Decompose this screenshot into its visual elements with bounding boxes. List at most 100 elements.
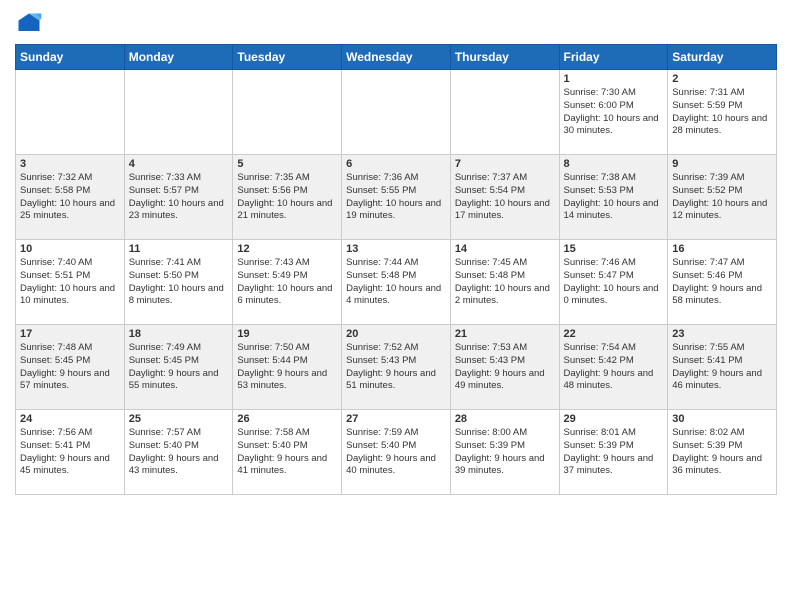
weekday-header-saturday: Saturday: [668, 45, 777, 70]
calendar-cell: 12 Sunrise: 7:43 AMSunset: 5:49 PMDayligh…: [233, 240, 342, 325]
calendar-cell: 25 Sunrise: 7:57 AMSunset: 5:40 PMDayligh…: [124, 410, 233, 495]
calendar-cell: 27 Sunrise: 7:59 AMSunset: 5:40 PMDayligh…: [342, 410, 451, 495]
day-info: Sunrise: 7:43 AMSunset: 5:49 PMDaylight:…: [237, 257, 337, 308]
weekday-header-sunday: Sunday: [16, 45, 125, 70]
day-number: 21: [455, 328, 555, 340]
calendar-cell: 30Sunrise: 8:02 AMSunset: 5:39 PMDayligh…: [668, 410, 777, 495]
day-number: 12: [237, 243, 337, 255]
day-info: Sunrise: 7:52 AMSunset: 5:43 PMDaylight:…: [346, 342, 446, 393]
calendar-cell: 24 Sunrise: 7:56 AMSunset: 5:41 PMDayligh…: [16, 410, 125, 495]
calendar-cell: 20 Sunrise: 7:52 AMSunset: 5:43 PMDayligh…: [342, 325, 451, 410]
calendar-cell: [450, 70, 559, 155]
calendar-cell: 22 Sunrise: 7:54 AMSunset: 5:42 PMDayligh…: [559, 325, 668, 410]
calendar-cell: 2 Sunrise: 7:31 AMSunset: 5:59 PMDaylight…: [668, 70, 777, 155]
day-info: Sunrise: 7:47 AMSunset: 5:46 PMDaylight:…: [672, 257, 772, 308]
weekday-header-thursday: Thursday: [450, 45, 559, 70]
day-number: 25: [129, 413, 229, 425]
day-info: Sunrise: 7:48 AMSunset: 5:45 PMDaylight:…: [20, 342, 120, 393]
day-number: 7: [455, 158, 555, 170]
day-number: 14: [455, 243, 555, 255]
calendar-cell: 29 Sunrise: 8:01 AMSunset: 5:39 PMDayligh…: [559, 410, 668, 495]
calendar-cell: 5Sunrise: 7:35 AMSunset: 5:56 PMDaylight…: [233, 155, 342, 240]
weekday-header-row: SundayMondayTuesdayWednesdayThursdayFrid…: [16, 45, 777, 70]
day-number: 1: [564, 73, 664, 85]
day-info: Sunrise: 7:36 AMSunset: 5:55 PMDaylight:…: [346, 172, 446, 223]
weekday-header-friday: Friday: [559, 45, 668, 70]
day-number: 19: [237, 328, 337, 340]
day-number: 27: [346, 413, 446, 425]
day-info: Sunrise: 7:54 AMSunset: 5:42 PMDaylight:…: [564, 342, 664, 393]
day-number: 26: [237, 413, 337, 425]
calendar-cell: 9 Sunrise: 7:39 AMSunset: 5:52 PMDaylight…: [668, 155, 777, 240]
day-number: 8: [564, 158, 664, 170]
calendar-cell: 10Sunrise: 7:40 AMSunset: 5:51 PMDayligh…: [16, 240, 125, 325]
day-info: Sunrise: 7:55 AMSunset: 5:41 PMDaylight:…: [672, 342, 772, 393]
day-info: Sunrise: 7:33 AMSunset: 5:57 PMDaylight:…: [129, 172, 229, 223]
calendar-cell: 23 Sunrise: 7:55 AMSunset: 5:41 PMDayligh…: [668, 325, 777, 410]
day-number: 5: [237, 158, 337, 170]
day-number: 3: [20, 158, 120, 170]
calendar-week-3: 10Sunrise: 7:40 AMSunset: 5:51 PMDayligh…: [16, 240, 777, 325]
day-number: 24: [20, 413, 120, 425]
day-number: 20: [346, 328, 446, 340]
day-info: Sunrise: 7:31 AMSunset: 5:59 PMDaylight:…: [672, 87, 772, 138]
calendar: SundayMondayTuesdayWednesdayThursdayFrid…: [15, 44, 777, 495]
day-info: Sunrise: 7:53 AMSunset: 5:43 PMDaylight:…: [455, 342, 555, 393]
calendar-cell: 13Sunrise: 7:44 AMSunset: 5:48 PMDayligh…: [342, 240, 451, 325]
day-number: 29: [564, 413, 664, 425]
calendar-cell: [16, 70, 125, 155]
day-number: 30: [672, 413, 772, 425]
day-info: Sunrise: 7:41 AMSunset: 5:50 PMDaylight:…: [129, 257, 229, 308]
day-info: Sunrise: 7:49 AMSunset: 5:45 PMDaylight:…: [129, 342, 229, 393]
day-number: 16: [672, 243, 772, 255]
calendar-cell: 18 Sunrise: 7:49 AMSunset: 5:45 PMDayligh…: [124, 325, 233, 410]
day-info: Sunrise: 8:01 AMSunset: 5:39 PMDaylight:…: [564, 427, 664, 478]
day-number: 23: [672, 328, 772, 340]
calendar-cell: 11Sunrise: 7:41 AMSunset: 5:50 PMDayligh…: [124, 240, 233, 325]
calendar-week-1: 1 Sunrise: 7:30 AMSunset: 6:00 PMDaylight…: [16, 70, 777, 155]
day-number: 2: [672, 73, 772, 85]
day-info: Sunrise: 7:39 AMSunset: 5:52 PMDaylight:…: [672, 172, 772, 223]
calendar-week-2: 3Sunrise: 7:32 AMSunset: 5:58 PMDaylight…: [16, 155, 777, 240]
weekday-header-monday: Monday: [124, 45, 233, 70]
day-number: 6: [346, 158, 446, 170]
day-info: Sunrise: 7:46 AMSunset: 5:47 PMDaylight:…: [564, 257, 664, 308]
logo-icon: [15, 10, 43, 38]
calendar-cell: 26 Sunrise: 7:58 AMSunset: 5:40 PMDayligh…: [233, 410, 342, 495]
calendar-cell: 15 Sunrise: 7:46 AMSunset: 5:47 PMDayligh…: [559, 240, 668, 325]
day-number: 17: [20, 328, 120, 340]
calendar-cell: 3Sunrise: 7:32 AMSunset: 5:58 PMDaylight…: [16, 155, 125, 240]
calendar-cell: 7 Sunrise: 7:37 AMSunset: 5:54 PMDaylight…: [450, 155, 559, 240]
day-number: 28: [455, 413, 555, 425]
page: SundayMondayTuesdayWednesdayThursdayFrid…: [0, 0, 792, 505]
weekday-header-tuesday: Tuesday: [233, 45, 342, 70]
calendar-cell: 17 Sunrise: 7:48 AMSunset: 5:45 PMDayligh…: [16, 325, 125, 410]
day-info: Sunrise: 7:56 AMSunset: 5:41 PMDaylight:…: [20, 427, 120, 478]
calendar-cell: 28Sunrise: 8:00 AMSunset: 5:39 PMDayligh…: [450, 410, 559, 495]
calendar-cell: 14 Sunrise: 7:45 AMSunset: 5:48 PMDayligh…: [450, 240, 559, 325]
day-number: 9: [672, 158, 772, 170]
calendar-cell: 6 Sunrise: 7:36 AMSunset: 5:55 PMDaylight…: [342, 155, 451, 240]
day-number: 18: [129, 328, 229, 340]
day-info: Sunrise: 7:59 AMSunset: 5:40 PMDaylight:…: [346, 427, 446, 478]
calendar-cell: 19Sunrise: 7:50 AMSunset: 5:44 PMDayligh…: [233, 325, 342, 410]
calendar-cell: 16 Sunrise: 7:47 AMSunset: 5:46 PMDayligh…: [668, 240, 777, 325]
day-info: Sunrise: 7:45 AMSunset: 5:48 PMDaylight:…: [455, 257, 555, 308]
calendar-cell: 8 Sunrise: 7:38 AMSunset: 5:53 PMDaylight…: [559, 155, 668, 240]
day-number: 15: [564, 243, 664, 255]
calendar-cell: [342, 70, 451, 155]
calendar-cell: [233, 70, 342, 155]
calendar-cell: [124, 70, 233, 155]
day-info: Sunrise: 7:37 AMSunset: 5:54 PMDaylight:…: [455, 172, 555, 223]
day-number: 10: [20, 243, 120, 255]
day-number: 4: [129, 158, 229, 170]
weekday-header-wednesday: Wednesday: [342, 45, 451, 70]
day-info: Sunrise: 7:30 AMSunset: 6:00 PMDaylight:…: [564, 87, 664, 138]
day-info: Sunrise: 7:38 AMSunset: 5:53 PMDaylight:…: [564, 172, 664, 223]
day-info: Sunrise: 7:57 AMSunset: 5:40 PMDaylight:…: [129, 427, 229, 478]
day-number: 22: [564, 328, 664, 340]
day-info: Sunrise: 7:58 AMSunset: 5:40 PMDaylight:…: [237, 427, 337, 478]
header: [15, 10, 777, 38]
calendar-week-5: 24 Sunrise: 7:56 AMSunset: 5:41 PMDayligh…: [16, 410, 777, 495]
calendar-cell: 21 Sunrise: 7:53 AMSunset: 5:43 PMDayligh…: [450, 325, 559, 410]
